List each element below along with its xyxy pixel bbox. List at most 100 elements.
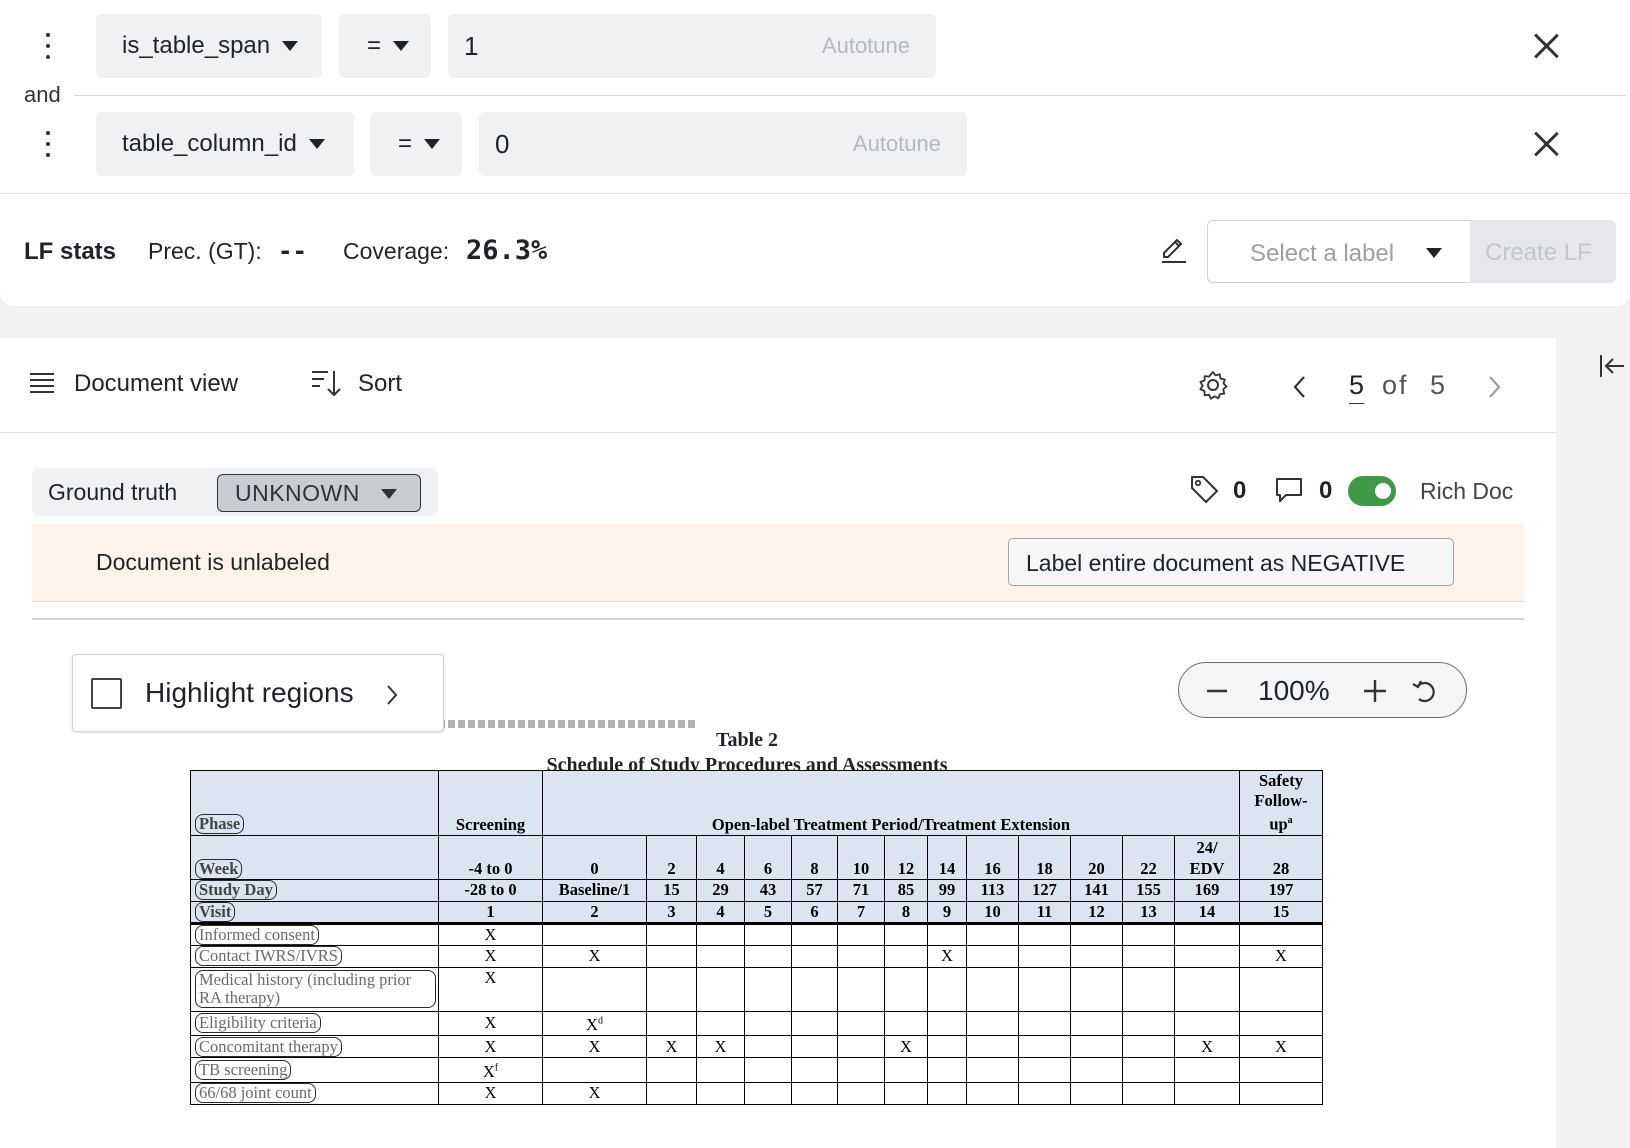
highlight-region[interactable]: TB screening [195, 1059, 292, 1080]
cell-text: 57 [806, 880, 823, 899]
table-cell [1070, 922, 1123, 946]
cell-text: 4 [716, 901, 725, 921]
table-cell [646, 1081, 697, 1105]
highlight-region[interactable]: Medical history (including prior RA ther… [195, 970, 436, 1008]
table-cell [1122, 966, 1175, 1012]
highlight-region[interactable]: Week [195, 858, 243, 878]
table-cell [542, 922, 647, 946]
reset-zoom-icon[interactable] [1410, 677, 1440, 705]
highlight-region[interactable]: 66/68 joint count [195, 1083, 316, 1103]
ground-truth-box: Ground truth UNKNOWN [32, 468, 438, 516]
page-current-input[interactable]: 5 [1349, 370, 1365, 404]
table-cell: XfXf [438, 1057, 543, 1083]
filter-row-1: is_table_span = 1 Autotune [0, 14, 1630, 78]
cell-text: 6 [810, 901, 819, 921]
cell-text: 15 [663, 880, 680, 899]
table-cell [837, 922, 885, 946]
highlight-region[interactable]: Study Day [195, 880, 277, 900]
operator-dropdown[interactable]: = [339, 14, 431, 78]
table-cell: Open-label Treatment Period/Treatment Ex… [542, 770, 1240, 836]
table-cell [1239, 1081, 1323, 1105]
table-cell [791, 944, 838, 968]
sort-button[interactable]: Sort [358, 370, 402, 398]
value-input[interactable]: 0 Autotune [479, 112, 967, 176]
highlight-checkbox[interactable] [91, 678, 122, 709]
table-cell: X [646, 1035, 697, 1058]
cell-text: 22 [1140, 858, 1157, 878]
plus-icon[interactable] [1362, 678, 1388, 704]
table-cell: 8 [791, 834, 838, 880]
table-row: Contact IWRS/IVRS X X X X [190, 944, 1323, 968]
gear-icon[interactable] [1197, 369, 1229, 401]
table-cell: Concomitant therapy [190, 1035, 439, 1058]
cell-text: Follow- [1254, 791, 1308, 810]
collapse-panel-icon[interactable] [1598, 352, 1626, 380]
ground-truth-dropdown[interactable]: UNKNOWN [217, 474, 421, 512]
operator-label: = [367, 32, 382, 59]
operator-dropdown[interactable]: = [370, 112, 462, 176]
value-input[interactable]: 1 Autotune [448, 14, 936, 78]
table-cell: 99 [927, 878, 967, 902]
comment-count: 0 [1319, 477, 1333, 504]
table-cell [744, 944, 792, 968]
remove-filter-icon[interactable] [1532, 32, 1560, 60]
caret-down-icon [393, 41, 410, 51]
rich-doc-toggle[interactable] [1348, 476, 1396, 506]
precision-value: -- [278, 237, 307, 265]
cell-text: X [484, 1083, 497, 1102]
table-cell [966, 1081, 1019, 1105]
field-dropdown[interactable]: is_table_span [96, 14, 322, 78]
highlight-region[interactable]: Eligibility criteria [195, 1013, 321, 1034]
visit-row: Visit 1 2 3 4 5 6 7 8 9 10 11 12 13 14 15 [190, 900, 1323, 925]
table-cell [696, 944, 745, 968]
table-row: Medical history (including prior RA ther… [190, 966, 1323, 1012]
table-cell: 141 [1070, 878, 1123, 902]
pencil-icon[interactable] [1158, 235, 1188, 265]
label-negative-button[interactable]: Label entire document as NEGATIVE [1008, 538, 1454, 586]
table-cell: 0 [542, 834, 647, 880]
minus-icon[interactable] [1205, 679, 1229, 703]
table-cell: 57 [791, 878, 838, 902]
kebab-menu-icon[interactable] [38, 30, 58, 62]
cell-text: 12 [1088, 901, 1105, 921]
table-cell: Baseline/1 [542, 878, 647, 902]
highlight-region[interactable]: Concomitant therapy [195, 1036, 342, 1057]
precision-label: Prec. (GT): [148, 238, 262, 264]
tag-icon[interactable] [1188, 473, 1220, 505]
table-cell: X [542, 944, 647, 968]
autotune-button[interactable]: Autotune [853, 131, 941, 157]
chevron-right-icon[interactable] [1484, 374, 1504, 400]
highlight-region[interactable]: Informed consent [195, 924, 319, 944]
cell-text: 0 [590, 858, 599, 878]
label-select[interactable]: Select a label [1207, 220, 1471, 283]
highlight-region[interactable]: Phase [195, 813, 245, 834]
table-cell: TB screening [190, 1057, 439, 1083]
highlight-region[interactable]: Visit [195, 902, 236, 920]
create-lf-button[interactable]: Create LF [1470, 220, 1616, 283]
value-text: 1 [464, 30, 479, 61]
remove-filter-icon[interactable] [1532, 130, 1560, 158]
comment-icon[interactable] [1274, 475, 1304, 505]
field-dropdown[interactable]: table_column_id [96, 112, 354, 176]
table-cell [696, 1057, 745, 1083]
table-cell [542, 1057, 647, 1083]
list-icon[interactable] [28, 371, 56, 395]
table-cell: Safety Follow-upa [1239, 770, 1323, 836]
cell-text: 3 [667, 901, 676, 921]
table-cell [1070, 1035, 1123, 1058]
cell-text: 71 [852, 880, 870, 899]
highlight-region[interactable]: Contact IWRS/IVRS [195, 946, 342, 966]
table-cell [1122, 944, 1175, 968]
document-panel: Document view Sort 5 of 5 Ground truth U… [0, 338, 1556, 1148]
kebab-menu-icon[interactable] [38, 128, 58, 160]
cell-text: 8 [810, 858, 819, 878]
table-cell [1239, 1057, 1323, 1083]
chevron-left-icon[interactable] [1290, 374, 1310, 400]
table-cell [1122, 922, 1175, 946]
document-view-button[interactable]: Document view [74, 370, 238, 398]
cell-text: X [714, 1036, 727, 1056]
autotune-button[interactable]: Autotune [822, 33, 910, 59]
sort-icon[interactable] [310, 368, 342, 398]
highlight-regions-control[interactable]: Highlight regions [72, 654, 444, 732]
chevron-right-icon[interactable] [383, 683, 401, 707]
